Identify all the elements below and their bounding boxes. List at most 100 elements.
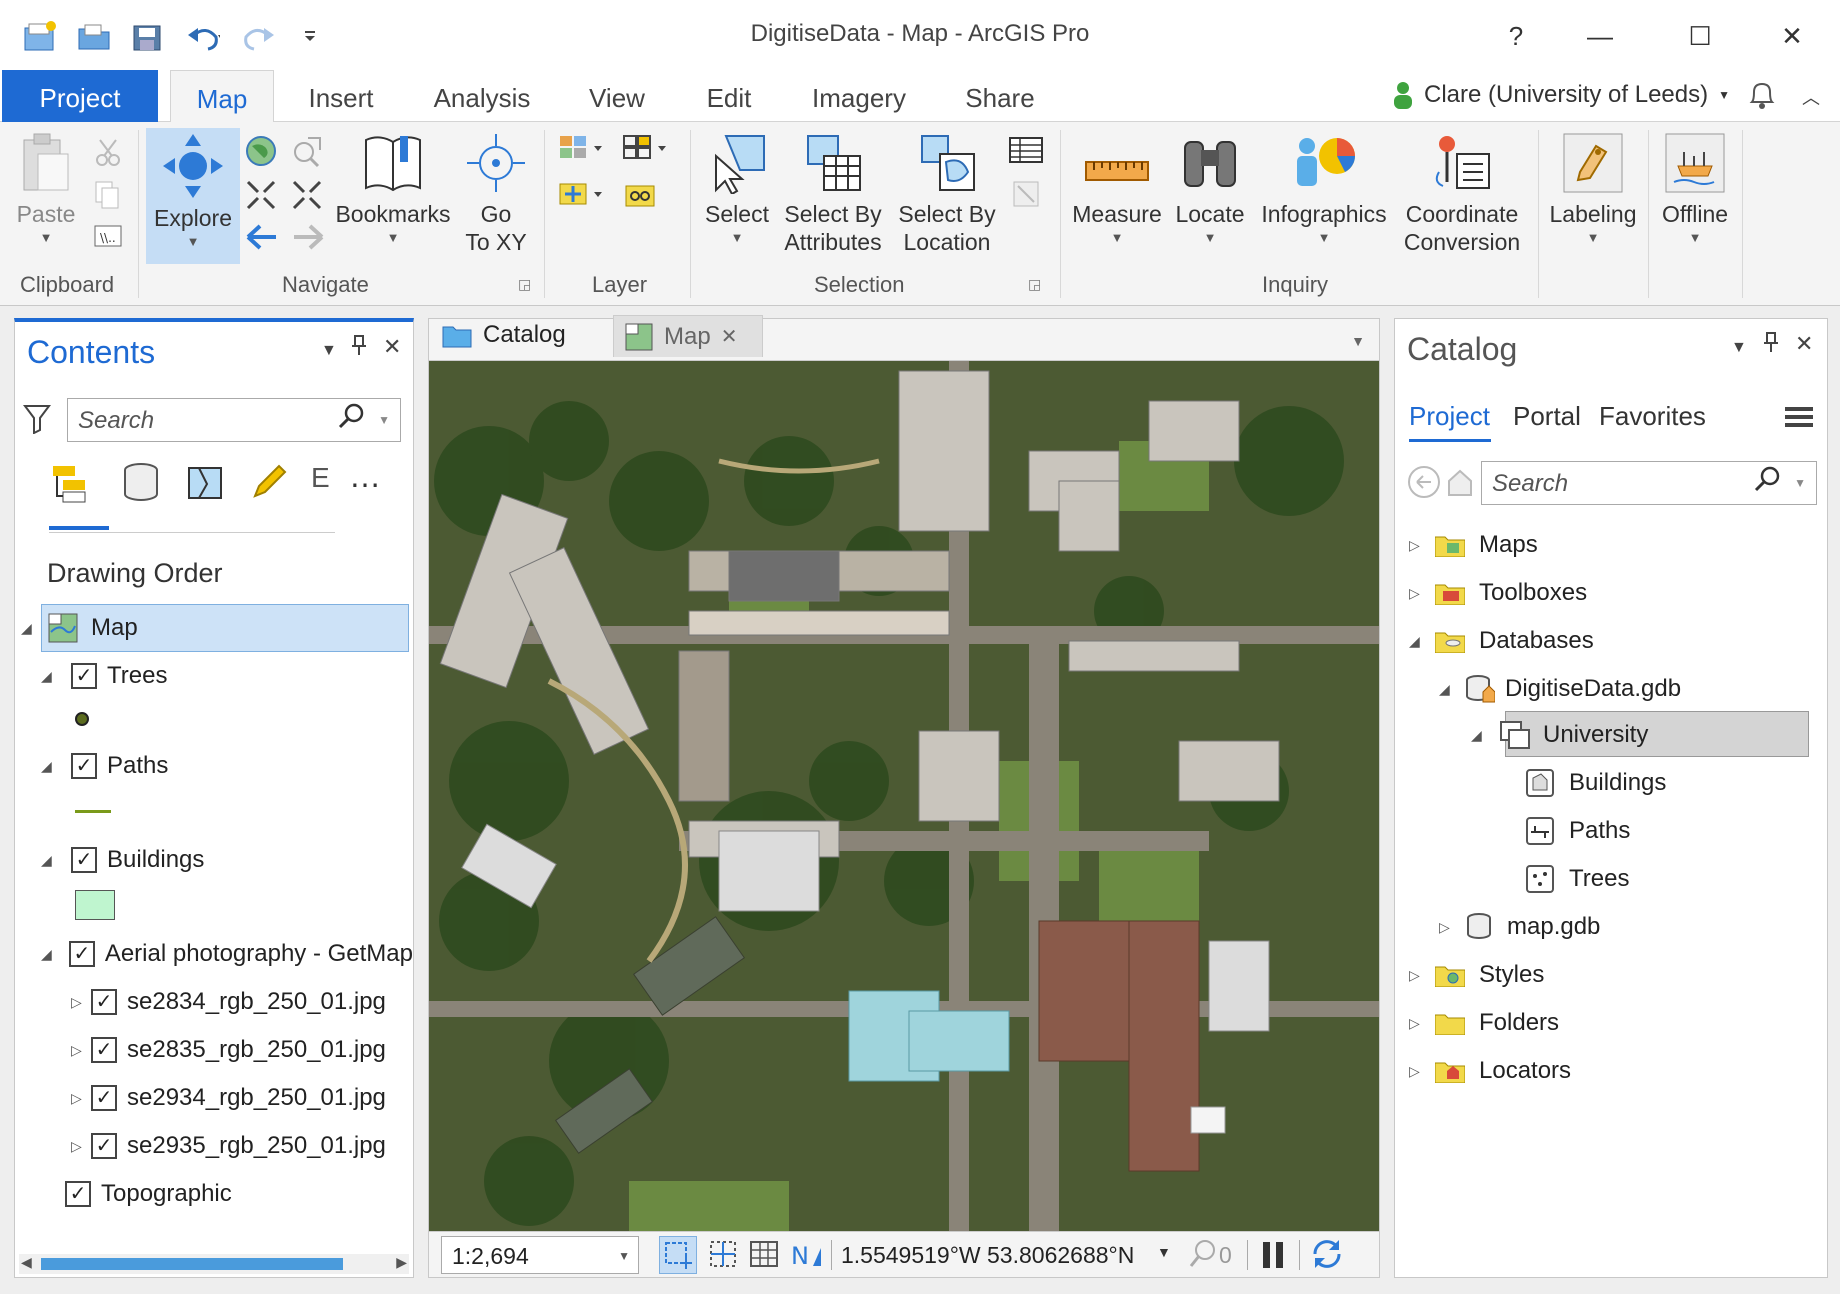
tab-map[interactable]: Map bbox=[170, 70, 274, 123]
collapsed-triangle-icon[interactable]: ▷ bbox=[71, 1138, 89, 1155]
collapsed-triangle-icon[interactable]: ▷ bbox=[71, 1090, 89, 1107]
explore-button[interactable]: Explore ▼ bbox=[146, 128, 240, 264]
collapsed-triangle-icon[interactable]: ▷ bbox=[1409, 537, 1427, 554]
collapsed-triangle-icon[interactable]: ▷ bbox=[1409, 967, 1427, 984]
undo-icon[interactable] bbox=[184, 18, 220, 54]
collapsed-triangle-icon[interactable]: ▷ bbox=[1409, 1063, 1427, 1080]
layer-topographic[interactable]: ✓ Topographic bbox=[65, 1176, 232, 1212]
collapsed-triangle-icon[interactable]: ▷ bbox=[71, 994, 89, 1011]
catalog-item-buildings[interactable]: Buildings bbox=[1525, 765, 1666, 801]
add-preset-icon[interactable] bbox=[622, 178, 662, 210]
full-extent-icon[interactable] bbox=[244, 134, 276, 166]
catalog-item-locators[interactable]: ▷ Locators bbox=[1409, 1053, 1571, 1089]
pin-icon[interactable] bbox=[351, 334, 367, 362]
tab-share[interactable]: Share bbox=[960, 70, 1040, 122]
collapsed-triangle-icon[interactable]: ▷ bbox=[71, 1042, 89, 1059]
notifications-bell-icon[interactable] bbox=[1746, 78, 1778, 117]
collapsed-triangle-icon[interactable]: ▷ bbox=[1409, 1015, 1427, 1032]
expand-triangle-icon[interactable]: ◢ bbox=[41, 852, 59, 869]
locate-button[interactable]: Locate ▼ bbox=[1170, 132, 1250, 246]
catalog-item-styles[interactable]: ▷ Styles bbox=[1409, 957, 1544, 993]
menu-icon[interactable] bbox=[1785, 405, 1813, 434]
labeling-button[interactable]: Labeling ▼ bbox=[1544, 132, 1642, 246]
expand-triangle-icon[interactable]: ◢ bbox=[41, 668, 59, 685]
paths-visibility-checkbox[interactable]: ✓ bbox=[71, 753, 97, 779]
refresh-icon[interactable] bbox=[1309, 1236, 1345, 1278]
cut-icon[interactable] bbox=[92, 136, 124, 168]
tab-project[interactable]: Project bbox=[2, 70, 158, 122]
grid-snap-icon[interactable] bbox=[705, 1236, 741, 1278]
catalog-search-input[interactable]: Search ▼ bbox=[1481, 461, 1817, 505]
close-tab-icon[interactable]: ✕ bbox=[721, 324, 738, 349]
collapse-ribbon-icon[interactable]: ︿ bbox=[1802, 84, 1820, 110]
more-options-icon[interactable]: … bbox=[349, 458, 381, 495]
bookmarks-button[interactable]: Bookmarks ▼ bbox=[334, 132, 452, 246]
catalog-item-databases[interactable]: ◢ Databases bbox=[1409, 623, 1594, 659]
image-4-checkbox[interactable]: ✓ bbox=[91, 1133, 117, 1159]
save-project-icon[interactable] bbox=[130, 18, 166, 54]
layer-trees[interactable]: ◢ ✓ Trees bbox=[41, 658, 167, 694]
expand-triangle-icon[interactable]: ◢ bbox=[41, 758, 59, 775]
catalog-item-maps[interactable]: ▷ Maps bbox=[1409, 527, 1538, 563]
pause-drawing-icon[interactable] bbox=[1261, 1240, 1287, 1276]
catalog-item-folders[interactable]: ▷ Folders bbox=[1409, 1005, 1559, 1041]
selection-view-icon[interactable] bbox=[185, 462, 227, 507]
contents-search-input[interactable]: Search ▼ bbox=[67, 398, 401, 442]
minimize-button[interactable]: — bbox=[1580, 16, 1620, 56]
expand-triangle-icon[interactable]: ◢ bbox=[41, 946, 57, 963]
topographic-visibility-checkbox[interactable]: ✓ bbox=[65, 1181, 91, 1207]
close-pane-icon[interactable]: ✕ bbox=[1795, 331, 1813, 357]
tab-edit[interactable]: Edit bbox=[700, 70, 758, 122]
tab-map-view[interactable]: Map ✕ bbox=[613, 315, 763, 357]
selected-features-icon[interactable] bbox=[1187, 1238, 1219, 1278]
redo-icon[interactable] bbox=[238, 18, 274, 54]
expand-triangle-icon[interactable]: ◢ bbox=[1471, 727, 1489, 744]
measure-button[interactable]: Measure ▼ bbox=[1068, 132, 1166, 246]
catalog-item-paths[interactable]: Paths bbox=[1525, 813, 1630, 849]
previous-extent-icon[interactable] bbox=[244, 222, 276, 254]
select-button[interactable]: Select ▼ bbox=[700, 132, 774, 246]
layer-paths[interactable]: ◢ ✓ Paths bbox=[41, 748, 168, 784]
horizontal-scrollbar[interactable]: ◀ ▶ bbox=[19, 1254, 409, 1274]
image-1-checkbox[interactable]: ✓ bbox=[91, 989, 117, 1015]
tab-analysis[interactable]: Analysis bbox=[426, 70, 538, 122]
close-pane-icon[interactable]: ✕ bbox=[383, 334, 401, 360]
scroll-right-icon[interactable]: ▶ bbox=[396, 1254, 407, 1271]
infographics-button[interactable]: Infographics ▼ bbox=[1256, 132, 1392, 246]
catalog-tab-project[interactable]: Project bbox=[1409, 401, 1490, 432]
maximize-button[interactable]: ☐ bbox=[1680, 16, 1720, 56]
catalog-item-toolboxes[interactable]: ▷ Toolboxes bbox=[1409, 575, 1587, 611]
layer-buildings[interactable]: ◢ ✓ Buildings bbox=[41, 842, 204, 878]
collapsed-triangle-icon[interactable]: ▷ bbox=[1409, 585, 1427, 602]
zoom-in-fixed-icon[interactable] bbox=[244, 178, 276, 210]
image-3-checkbox[interactable]: ✓ bbox=[91, 1085, 117, 1111]
paste-button[interactable]: Paste ▼ bbox=[14, 132, 78, 246]
select-by-location-button[interactable]: Select By Location bbox=[894, 132, 1000, 256]
layer-aerial-photography[interactable]: ◢ ✓ Aerial photography - GetMap bbox=[41, 936, 413, 972]
help-button[interactable]: ? bbox=[1496, 16, 1536, 56]
pin-icon[interactable] bbox=[1763, 331, 1779, 359]
auto-fit-icon[interactable] bbox=[659, 1236, 697, 1274]
catalog-tab-favorites[interactable]: Favorites bbox=[1599, 401, 1706, 432]
fixed-zoom-icon[interactable] bbox=[290, 134, 322, 168]
user-account[interactable]: Clare (University of Leeds) ▼ bbox=[1392, 80, 1730, 110]
filter-icon[interactable] bbox=[23, 402, 51, 439]
open-project-icon[interactable] bbox=[76, 18, 112, 54]
add-data-icon[interactable] bbox=[558, 178, 608, 210]
expand-triangle-icon[interactable]: ◢ bbox=[21, 620, 39, 637]
grid-icon[interactable] bbox=[747, 1236, 781, 1278]
attributes-table-icon[interactable] bbox=[1008, 136, 1044, 168]
pane-options-icon[interactable]: ▼ bbox=[321, 342, 337, 360]
copy-path-icon[interactable]: \\.. bbox=[92, 220, 124, 252]
layer-image-1[interactable]: ▷ ✓ se2834_rgb_250_01.jpg bbox=[71, 984, 386, 1020]
tab-view[interactable]: View bbox=[580, 70, 654, 122]
new-project-icon[interactable] bbox=[22, 18, 58, 54]
catalog-item-digitisedata-gdb[interactable]: ◢ DigitiseData.gdb bbox=[1439, 671, 1681, 707]
coordinate-conversion-button[interactable]: Coordinate Conversion bbox=[1398, 132, 1526, 256]
tab-imagery[interactable]: Imagery bbox=[806, 70, 912, 122]
north-arrow-icon[interactable]: N bbox=[789, 1236, 825, 1278]
image-2-checkbox[interactable]: ✓ bbox=[91, 1037, 117, 1063]
scroll-left-icon[interactable]: ◀ bbox=[21, 1254, 32, 1271]
add-layer-icon[interactable] bbox=[622, 132, 672, 164]
map-canvas[interactable] bbox=[429, 361, 1379, 1231]
